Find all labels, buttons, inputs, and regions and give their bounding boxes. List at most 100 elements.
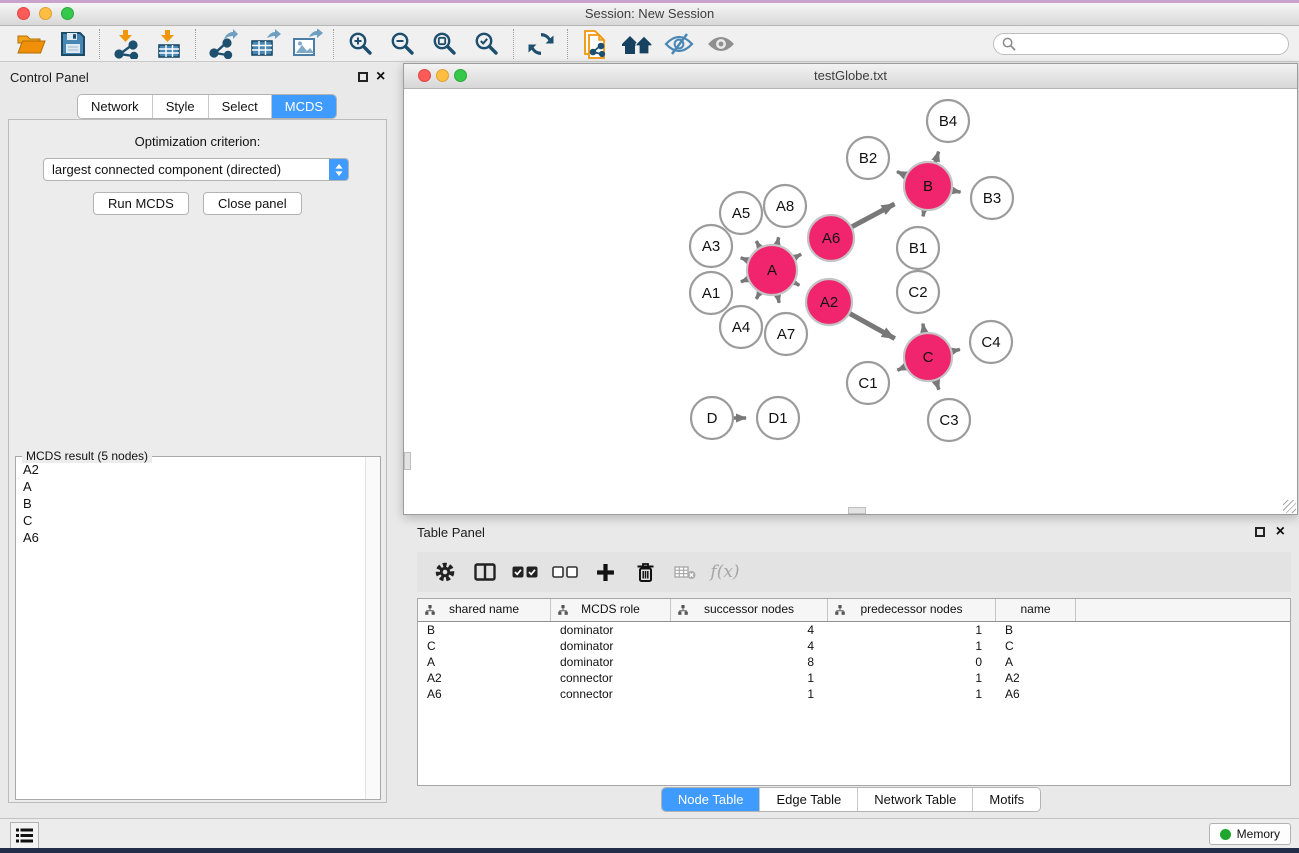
graph-node-A1[interactable]: A1 [690, 272, 732, 314]
graph-node-A[interactable]: A [747, 245, 797, 295]
tab-network-table[interactable]: Network Table [858, 788, 973, 811]
table-row[interactable]: Bdominator41B [418, 622, 1290, 638]
memory-button[interactable]: Memory [1209, 823, 1291, 845]
mcds-result-item[interactable]: B [17, 495, 365, 512]
graph-node-A4[interactable]: A4 [720, 306, 762, 348]
column-header-predecessor-nodes[interactable]: predecessor nodes [828, 599, 996, 621]
split-view-icon[interactable] [465, 554, 505, 590]
table-cell[interactable]: dominator [551, 654, 671, 670]
column-header-shared-name[interactable]: shared name [418, 599, 551, 621]
graph-node-B[interactable]: B [904, 162, 952, 210]
table-cell[interactable]: 8 [671, 654, 828, 670]
zoom-fit-icon[interactable] [424, 27, 466, 61]
table-cell[interactable]: dominator [551, 622, 671, 638]
table-row[interactable]: A2connector11A2 [418, 670, 1290, 686]
graph-node-A3[interactable]: A3 [690, 225, 732, 267]
table-cell[interactable]: A2 [418, 670, 551, 686]
mcds-result-item[interactable]: A [17, 478, 365, 495]
resize-grip[interactable] [1283, 500, 1296, 513]
close-panel-button[interactable]: Close panel [203, 192, 302, 215]
close-traffic-light[interactable] [17, 7, 30, 20]
tab-style[interactable]: Style [153, 95, 209, 118]
column-header-MCDS-role[interactable]: MCDS role [551, 599, 671, 621]
table-cell[interactable]: 1 [671, 686, 828, 702]
graph-node-D1[interactable]: D1 [757, 397, 799, 439]
graph-node-A8[interactable]: A8 [764, 185, 806, 227]
tab-select[interactable]: Select [209, 95, 272, 118]
tab-mcds[interactable]: MCDS [272, 95, 336, 118]
horizontal-scroll-handle[interactable] [848, 507, 866, 514]
network-zoom-traffic-light[interactable] [454, 69, 467, 82]
graph-node-A2[interactable]: A2 [806, 279, 852, 325]
table-cell[interactable]: A2 [996, 670, 1076, 686]
column-header-name[interactable]: name [996, 599, 1076, 621]
zoom-out-icon[interactable] [382, 27, 424, 61]
graph-node-C[interactable]: C [904, 333, 952, 381]
table-panel-close-icon[interactable]: × [1276, 526, 1285, 538]
network-minimize-traffic-light[interactable] [436, 69, 449, 82]
export-image-icon[interactable] [286, 27, 328, 61]
graph-node-A5[interactable]: A5 [720, 192, 762, 234]
table-cell[interactable]: 1 [828, 686, 996, 702]
table-cell[interactable]: connector [551, 670, 671, 686]
table-cell[interactable]: A6 [996, 686, 1076, 702]
graph-node-A6[interactable]: A6 [808, 215, 854, 261]
add-column-icon[interactable] [585, 554, 625, 590]
graph-node-A7[interactable]: A7 [765, 313, 807, 355]
table-cell[interactable]: B [418, 622, 551, 638]
mcds-result-item[interactable]: A2 [17, 461, 365, 478]
network-close-traffic-light[interactable] [418, 69, 431, 82]
table-cell[interactable]: 4 [671, 638, 828, 654]
control-panel-float-icon[interactable] [358, 72, 368, 82]
network-from-file-icon[interactable] [574, 27, 616, 61]
table-cell[interactable]: 1 [671, 670, 828, 686]
import-table-icon[interactable] [148, 27, 190, 61]
deselect-all-checkboxes-icon[interactable] [545, 554, 585, 590]
task-history-button[interactable] [10, 822, 39, 849]
table-cell[interactable]: A [418, 654, 551, 670]
search-input[interactable] [1021, 36, 1280, 52]
show-graphics-details-icon[interactable] [700, 27, 742, 61]
table-cell[interactable]: C [418, 638, 551, 654]
table-cell[interactable]: 0 [828, 654, 996, 670]
graph-node-B4[interactable]: B4 [927, 100, 969, 142]
network-canvas[interactable]: AA1A2A3A4A5A6A7A8BB1B2B3B4CC1C2C3C4DD1 [404, 89, 1297, 514]
houses-icon[interactable] [616, 27, 658, 61]
graph-node-B2[interactable]: B2 [847, 137, 889, 179]
table-cell[interactable]: dominator [551, 638, 671, 654]
table-cell[interactable]: B [996, 622, 1076, 638]
save-session-icon[interactable] [52, 27, 94, 61]
export-network-icon[interactable] [202, 27, 244, 61]
delete-table-icon[interactable] [665, 554, 705, 590]
tab-network[interactable]: Network [78, 95, 153, 118]
table-cell[interactable]: connector [551, 686, 671, 702]
graph-node-C2[interactable]: C2 [897, 271, 939, 313]
tab-node-table[interactable]: Node Table [662, 788, 761, 811]
delete-column-icon[interactable] [625, 554, 665, 590]
export-table-icon[interactable] [244, 27, 286, 61]
graph-node-B1[interactable]: B1 [897, 227, 939, 269]
zoom-traffic-light[interactable] [61, 7, 74, 20]
table-cell[interactable]: 1 [828, 622, 996, 638]
vertical-scroll-handle[interactable] [404, 452, 411, 470]
graph-node-D[interactable]: D [691, 397, 733, 439]
mcds-result-item[interactable]: C [17, 512, 365, 529]
table-cell[interactable]: A [996, 654, 1076, 670]
table-row[interactable]: A6connector11A6 [418, 686, 1290, 702]
zoom-selected-icon[interactable] [466, 27, 508, 61]
control-panel-close-icon[interactable]: × [376, 71, 385, 83]
tab-edge-table[interactable]: Edge Table [760, 788, 858, 811]
mcds-result-scrollbar[interactable] [365, 457, 380, 799]
function-builder-icon[interactable]: f(x) [705, 554, 745, 590]
table-cell[interactable]: 1 [828, 638, 996, 654]
zoom-in-icon[interactable] [340, 27, 382, 61]
hide-graphics-details-icon[interactable] [658, 27, 700, 61]
import-network-icon[interactable] [106, 27, 148, 61]
graph-node-C3[interactable]: C3 [928, 399, 970, 441]
table-cell[interactable]: 4 [671, 622, 828, 638]
mcds-result-item[interactable]: A6 [17, 529, 365, 546]
graph-node-C1[interactable]: C1 [847, 362, 889, 404]
run-mcds-button[interactable]: Run MCDS [93, 192, 189, 215]
column-header-successor-nodes[interactable]: successor nodes [671, 599, 828, 621]
table-cell[interactable]: A6 [418, 686, 551, 702]
